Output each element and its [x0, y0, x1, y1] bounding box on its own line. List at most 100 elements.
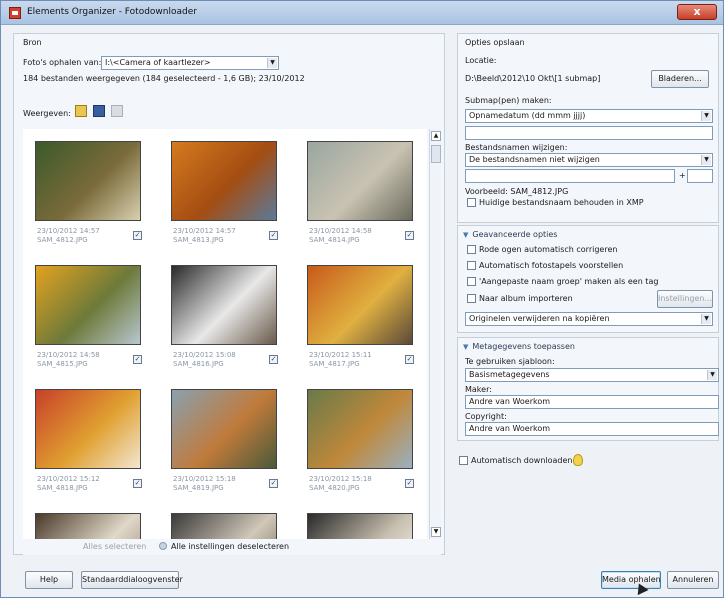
photo-select-checkbox[interactable]: ✓	[133, 479, 142, 488]
red-eye-checkbox[interactable]	[467, 245, 476, 254]
photo-select-checkbox[interactable]: ✓	[133, 355, 142, 364]
photo-date: 23/10/2012 15:11	[309, 351, 372, 359]
photo-date: 23/10/2012 15:12	[37, 475, 100, 483]
fetch-from-label: Foto's ophalen van:	[23, 58, 102, 67]
photo-date: 23/10/2012 14:58	[37, 351, 100, 359]
chevron-down-icon: ▼	[701, 155, 711, 165]
collapse-triangle-icon: ▼	[463, 343, 469, 351]
rename-value: De bestandsnamen niet wijzigen	[469, 155, 600, 164]
image-view-icon[interactable]	[75, 105, 87, 117]
photo-thumbnail[interactable]: 23/10/2012 15:12 SAM_4818.JPG ✓	[35, 389, 155, 501]
chevron-down-icon: ▼	[701, 111, 711, 121]
keep-name-checkbox[interactable]	[467, 198, 476, 207]
view-label: Weergeven:	[23, 109, 71, 118]
scroll-up-icon[interactable]: ▲	[431, 131, 441, 141]
metadata-header[interactable]: ▼ Metagegevens toepassen	[463, 342, 575, 351]
photo-preview[interactable]	[171, 389, 277, 469]
title-bar: Elements Organizer - Fotodownloader x	[1, 1, 723, 25]
metadata-label: Metagegevens toepassen	[472, 342, 575, 351]
photo-date: 23/10/2012 14:57	[37, 227, 100, 235]
photo-preview[interactable]	[307, 141, 413, 221]
video-view-icon[interactable]	[93, 105, 105, 117]
photo-preview[interactable]	[307, 389, 413, 469]
photo-thumbnail[interactable]: 23/10/2012 15:18 SAM_4819.JPG ✓	[171, 389, 291, 501]
thumbnail-grid: 23/10/2012 14:57 SAM_4812.JPG ✓ 23/10/2012 …	[23, 129, 427, 539]
photo-preview[interactable]	[171, 265, 277, 345]
subfolder-name-input[interactable]	[465, 126, 713, 140]
auto-download-checkbox[interactable]	[459, 456, 468, 465]
advanced-options-header[interactable]: ▼ Geavanceerde opties	[463, 230, 557, 239]
red-eye-label: Rode ogen automatisch corrigeren	[479, 245, 618, 254]
photo-thumbnail[interactable]: 23/10/2012 14:58 SAM_4815.JPG ✓	[35, 265, 155, 377]
photo-thumbnail[interactable]: 23/10/2012 15:18 SAM_4820.JPG ✓	[307, 389, 427, 501]
photo-thumbnail[interactable]: 23/10/2012 15:08 SAM_4816.JPG ✓	[171, 265, 291, 377]
settings-button[interactable]: Instellingen...	[657, 290, 713, 308]
browse-button[interactable]: Bladeren...	[651, 70, 709, 88]
stacks-checkbox[interactable]	[467, 261, 476, 270]
photo-preview[interactable]	[35, 141, 141, 221]
template-label: Te gebruiken sjabloon:	[465, 357, 555, 366]
photo-date: 23/10/2012 15:18	[173, 475, 236, 483]
files-summary: 184 bestanden weergegeven (184 geselecte…	[23, 74, 305, 83]
photo-select-checkbox[interactable]: ✓	[405, 479, 414, 488]
photo-select-checkbox[interactable]: ✓	[269, 355, 278, 364]
photo-filename: SAM_4819.JPG	[173, 484, 224, 492]
help-button[interactable]: Help	[25, 571, 73, 589]
standard-dialog-button[interactable]: Standaarddialoogvenster	[81, 571, 183, 589]
rename-text-input[interactable]	[465, 169, 675, 183]
album-import-checkbox[interactable]	[467, 294, 476, 303]
photo-preview[interactable]	[307, 513, 413, 539]
photo-thumbnail[interactable]: 23/10/2012 14:57 SAM_4812.JPG ✓	[35, 141, 155, 253]
collapse-triangle-icon: ▼	[463, 231, 469, 239]
photo-thumbnail[interactable]: 23/10/2012 14:58 SAM_4814.JPG ✓	[307, 141, 427, 253]
fetch-from-value: I:\<Camera of kaartlezer>	[105, 58, 211, 67]
scroll-thumb[interactable]	[431, 145, 441, 163]
photo-thumbnail[interactable]	[35, 513, 155, 539]
template-dropdown[interactable]: Basismetagegevens ▼	[465, 368, 719, 382]
photo-select-checkbox[interactable]: ✓	[269, 479, 278, 488]
photo-select-checkbox[interactable]: ✓	[133, 231, 142, 240]
photo-thumbnail[interactable]: 23/10/2012 15:11 SAM_4817.JPG ✓	[307, 265, 427, 377]
photo-filename: SAM_4816.JPG	[173, 360, 224, 368]
photo-select-checkbox[interactable]: ✓	[405, 355, 414, 364]
select-all-link[interactable]: Alles selecteren	[83, 542, 146, 551]
delete-originals-dropdown[interactable]: Originelen verwijderen na kopiëren ▼	[465, 312, 713, 326]
source-section-label: Bron	[23, 38, 42, 47]
photo-date: 23/10/2012 15:18	[309, 475, 372, 483]
deselect-all-link[interactable]: Alle instellingen deselecteren	[171, 542, 289, 551]
rename-dropdown[interactable]: De bestandsnamen niet wijzigen ▼	[465, 153, 713, 167]
close-button[interactable]: x	[677, 4, 717, 20]
photo-preview[interactable]	[35, 513, 141, 539]
example-label: Voorbeeld: SAM_4812.JPG	[465, 187, 569, 196]
photo-thumbnail[interactable]	[307, 513, 427, 539]
get-media-button[interactable]: Media ophalen	[601, 571, 661, 589]
photo-thumbnail[interactable]	[171, 513, 291, 539]
photo-select-checkbox[interactable]: ✓	[269, 231, 278, 240]
group-tag-checkbox[interactable]	[467, 277, 476, 286]
creator-input[interactable]: Andre van Woerkom	[465, 395, 719, 409]
lightbulb-icon[interactable]	[573, 454, 583, 466]
photo-preview[interactable]	[35, 389, 141, 469]
deselect-icon	[159, 542, 167, 550]
subfolder-dropdown[interactable]: Opnamedatum (dd mmm jjjj) ▼	[465, 109, 713, 123]
photo-preview[interactable]	[171, 513, 277, 539]
fetch-from-dropdown[interactable]: I:\<Camera of kaartlezer> ▼	[101, 56, 279, 70]
photo-select-checkbox[interactable]: ✓	[405, 231, 414, 240]
rename-number-input[interactable]	[687, 169, 713, 183]
audio-view-icon[interactable]	[111, 105, 123, 117]
photo-preview[interactable]	[307, 265, 413, 345]
advanced-options-label: Geavanceerde opties	[472, 230, 558, 239]
stacks-label: Automatisch fotostapels voorstellen	[479, 261, 624, 270]
grid-scrollbar[interactable]: ▲ ▼	[429, 129, 441, 539]
cancel-button[interactable]: Annuleren	[667, 571, 719, 589]
location-label: Locatie:	[465, 56, 497, 65]
photo-filename: SAM_4815.JPG	[37, 360, 88, 368]
photo-date: 23/10/2012 15:08	[173, 351, 236, 359]
scroll-down-icon[interactable]: ▼	[431, 527, 441, 537]
photo-preview[interactable]	[35, 265, 141, 345]
photo-thumbnail[interactable]: 23/10/2012 14:57 SAM_4813.JPG ✓	[171, 141, 291, 253]
photo-preview[interactable]	[171, 141, 277, 221]
copyright-input[interactable]: Andre van Woerkom	[465, 422, 719, 436]
auto-download-label: Automatisch downloaden	[471, 456, 573, 465]
photo-filename: SAM_4813.JPG	[173, 236, 224, 244]
